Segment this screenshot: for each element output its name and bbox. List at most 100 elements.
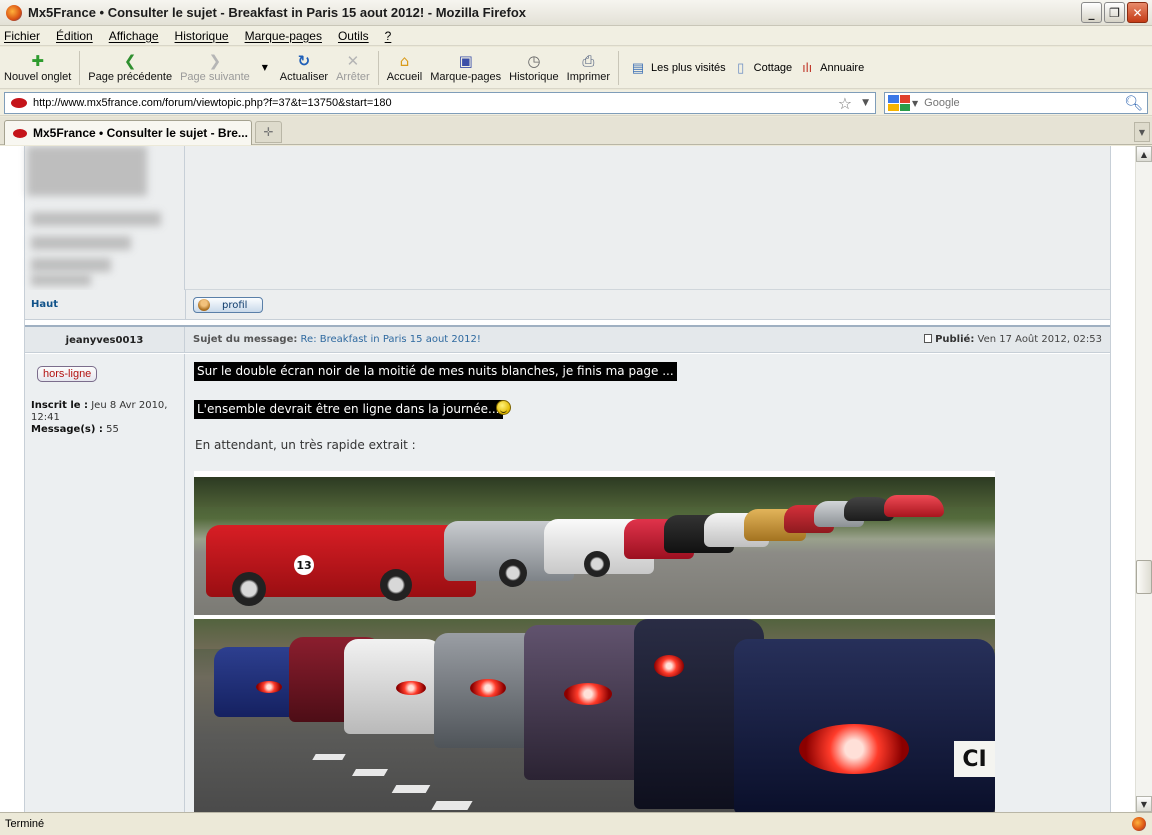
back-arrow-icon: ❮ — [123, 51, 137, 70]
print-button[interactable]: ⎙ Imprimer — [563, 48, 614, 88]
messages-label: Message(s) : — [31, 424, 103, 435]
firefox-icon — [6, 4, 22, 21]
status-badge: hors-ligne — [37, 366, 98, 382]
new-tab-button[interactable]: ✚ Nouvel onglet — [0, 48, 75, 88]
window-titlebar: Mx5France • Consulter le sujet - Breakfa… — [0, 0, 1152, 26]
menu-edition[interactable]: Édition — [56, 29, 93, 43]
post-line-2: L'ensemble devrait être en ligne dans la… — [194, 400, 503, 419]
firefox-status-icon — [1132, 817, 1146, 831]
profile-button[interactable]: profil — [193, 297, 263, 313]
reload-icon: ↻ — [297, 51, 311, 70]
search-bar[interactable]: ▼ 🔍︎ — [884, 92, 1148, 114]
vertical-scrollbar[interactable]: ▲ ▼ — [1135, 146, 1152, 812]
search-engine-dropdown-icon[interactable]: ▼ — [912, 99, 918, 108]
blurred-info — [31, 274, 91, 286]
post-subject: Sujet du message: Re: Breakfast in Paris… — [193, 334, 481, 345]
post-author[interactable]: jeanyves0013 — [25, 327, 185, 353]
photo-car-line: CI — [194, 619, 995, 812]
road-marking — [431, 801, 473, 810]
forward-button[interactable]: ❯ Page suivante — [176, 48, 254, 88]
status-bar: Terminé — [0, 812, 1152, 835]
print-label: Imprimer — [566, 70, 611, 83]
page-content[interactable]: Haut profil jeanyves0013 Sujet du messag… — [0, 146, 1135, 812]
tail-light — [396, 681, 426, 695]
dropdown-arrow-icon: ▼ — [261, 62, 268, 72]
bookmark-cottage[interactable]: ▯ Cottage — [732, 59, 792, 76]
tail-light — [564, 683, 612, 705]
menu-help[interactable]: ? — [385, 29, 392, 43]
home-label: Accueil — [386, 70, 423, 83]
bookmarks-button[interactable]: ▣ Marque-pages — [426, 48, 505, 88]
bookmark-annuaire[interactable]: ılı Annuaire — [798, 60, 864, 76]
forum-topic: Haut profil jeanyves0013 Sujet du messag… — [24, 146, 1111, 812]
published-label: Publié: — [935, 334, 975, 345]
history-dropdown-button[interactable]: ▼ — [254, 48, 276, 88]
previous-post-author-panel — [25, 146, 185, 290]
post-line-1: Sur le double écran noir de la moitié de… — [194, 362, 677, 381]
scroll-up-arrow-icon[interactable]: ▲ — [1136, 146, 1152, 162]
back-button[interactable]: ❮ Page précédente — [84, 48, 176, 88]
blurred-info — [31, 212, 161, 226]
menu-affichage[interactable]: Affichage — [109, 29, 159, 43]
post-published: Publié: Ven 17 Août 2012, 02:53 — [924, 334, 1102, 345]
menu-marque-pages[interactable]: Marque-pages — [245, 29, 322, 43]
menu-fichier[interactable]: Fichier — [4, 29, 40, 43]
smile-icon — [496, 400, 511, 415]
post-header: jeanyves0013 Sujet du message: Re: Break… — [25, 327, 1110, 353]
back-to-top-link[interactable]: Haut — [31, 299, 58, 310]
stop-icon: ✕ — [346, 51, 360, 70]
clock-icon: ◷ — [527, 51, 541, 70]
tail-light — [799, 724, 909, 774]
menu-outils[interactable]: Outils — [338, 29, 369, 43]
forward-arrow-icon: ❯ — [208, 51, 222, 70]
stop-button[interactable]: ✕ Arrêter — [332, 48, 374, 88]
stop-label: Arrêter — [336, 70, 370, 83]
most-visited-icon: ▤ — [631, 59, 645, 75]
scroll-down-arrow-icon[interactable]: ▼ — [1136, 796, 1152, 812]
license-plate: CI — [954, 741, 995, 777]
url-text[interactable]: http://www.mx5france.com/forum/viewtopic… — [33, 97, 838, 109]
bookmark-annuaire-label: Annuaire — [820, 61, 865, 74]
car-white-3 — [344, 639, 444, 734]
tab-list-dropdown-icon[interactable]: ▼ — [1134, 122, 1150, 142]
page-icon: ▯ — [737, 59, 745, 75]
search-input[interactable] — [924, 97, 1124, 109]
tab-label: Mx5France • Consulter le sujet - Bre... — [33, 126, 248, 140]
location-row: http://www.mx5france.com/forum/viewtopic… — [0, 90, 1152, 116]
home-button[interactable]: ⌂ Accueil — [383, 48, 426, 88]
published-date: Ven 17 Août 2012, 02:53 — [977, 334, 1102, 345]
google-engine-icon[interactable] — [888, 95, 910, 111]
post-icon[interactable] — [924, 334, 933, 343]
url-bar[interactable]: http://www.mx5france.com/forum/viewtopic… — [4, 92, 876, 114]
author-panel: hors-ligne Inscrit le : Jeu 8 Avr 2010, … — [25, 354, 185, 812]
bookmark-star-icon[interactable]: ☆ — [838, 94, 852, 113]
scrollbar-thumb[interactable] — [1136, 560, 1152, 594]
new-tab-plus-button[interactable]: ✛ — [255, 121, 282, 143]
reload-button[interactable]: ↻ Actualiser — [276, 48, 332, 88]
history-button[interactable]: ◷ Historique — [505, 48, 563, 88]
previous-post — [25, 146, 1110, 290]
tail-light — [470, 679, 506, 697]
subject-link[interactable]: Re: Breakfast in Paris 15 aout 2012! — [301, 334, 481, 345]
tail-light — [654, 655, 684, 677]
back-label: Page précédente — [88, 70, 173, 83]
post-image[interactable]: 13 CI — [194, 471, 995, 812]
url-dropdown-icon[interactable]: ▼ — [862, 98, 869, 108]
menu-bar: Fichier Édition Affichage Historique Mar… — [0, 26, 1152, 46]
blurred-info — [31, 236, 131, 250]
profile-button-label: profil — [222, 299, 248, 311]
messages-count: 55 — [106, 424, 119, 435]
tail-light — [256, 681, 282, 693]
minimize-button[interactable]: _ — [1081, 2, 1102, 23]
restore-button[interactable]: ❐ — [1104, 2, 1125, 23]
close-button[interactable]: ✕ — [1127, 2, 1148, 23]
road-marking — [391, 785, 431, 793]
registered-label: Inscrit le : — [31, 400, 89, 411]
toolbar-separator — [618, 50, 620, 85]
tab-mx5france[interactable]: Mx5France • Consulter le sujet - Bre... — [4, 120, 252, 145]
bookmark-most-visited[interactable]: ▤ Les plus visités — [629, 60, 726, 76]
post-footer-row: Haut profil — [25, 290, 1110, 320]
road-marking — [312, 754, 346, 760]
search-icon[interactable]: 🔍︎ — [1124, 94, 1143, 112]
menu-historique[interactable]: Historique — [175, 29, 229, 43]
